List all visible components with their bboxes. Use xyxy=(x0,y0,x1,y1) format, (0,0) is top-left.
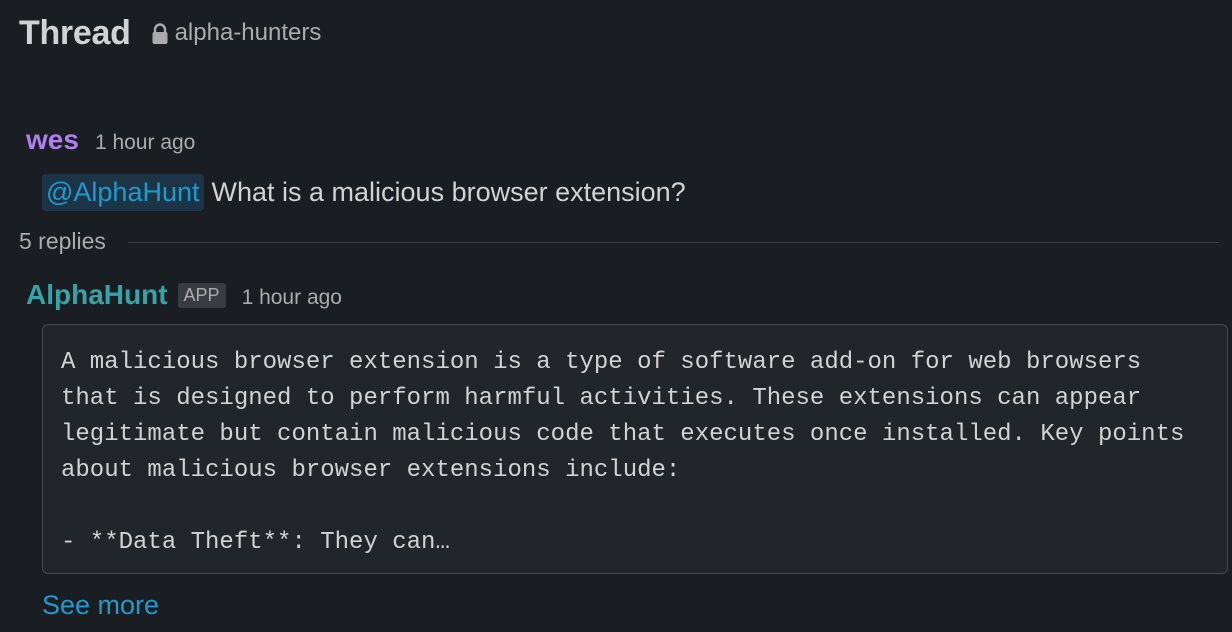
replies-count: 5 replies xyxy=(19,228,106,254)
replies-separator: 5 replies xyxy=(19,228,1219,255)
reply-message-header: AlphaHunt APP 1 hour ago xyxy=(26,279,342,311)
message-text: What is a malicious browser extension? xyxy=(211,177,686,207)
channel-name[interactable]: alpha-hunters xyxy=(175,19,322,47)
app-badge: APP xyxy=(177,283,226,308)
message-timestamp[interactable]: 1 hour ago xyxy=(95,131,195,155)
lock-icon xyxy=(152,23,168,44)
user-mention[interactable]: @AlphaHunt xyxy=(42,174,204,211)
message-header: wes 1 hour ago xyxy=(26,124,686,156)
code-block: A malicious browser extension is a type … xyxy=(42,324,1228,574)
parent-message: wes 1 hour ago @AlphaHunt What is a mali… xyxy=(26,124,686,211)
divider xyxy=(127,242,1219,243)
channel-link[interactable]: alpha-hunters xyxy=(151,19,322,47)
author-name[interactable]: AlphaHunt xyxy=(26,279,168,311)
message-body: @AlphaHunt What is a malicious browser e… xyxy=(42,174,686,211)
message-header: AlphaHunt APP 1 hour ago xyxy=(26,279,342,311)
thread-header: Thread alpha-hunters xyxy=(19,14,321,53)
thread-title: Thread xyxy=(19,14,131,52)
see-more-link[interactable]: See more xyxy=(42,590,159,621)
author-name[interactable]: wes xyxy=(26,124,79,156)
thread-panel: Thread alpha-hunters wes 1 hour ago @Alp… xyxy=(0,0,1232,632)
message-timestamp[interactable]: 1 hour ago xyxy=(242,286,342,310)
